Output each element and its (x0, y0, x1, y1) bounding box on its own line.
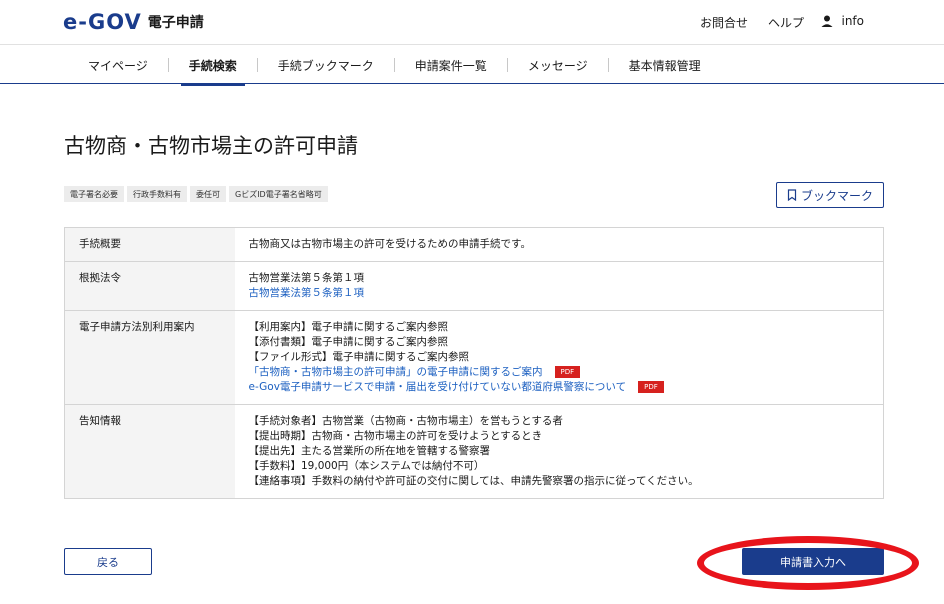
row-value-notice: 【手続対象者】古物営業（古物商・古物市場主）を営もうとする者 【提出時期】古物商… (234, 404, 884, 499)
nav-item-basic-info[interactable]: 基本情報管理 (609, 45, 721, 85)
bookmark-label: ブックマーク (800, 188, 873, 203)
tag-admin-fee: 行政手数料有 (127, 186, 187, 202)
notice-contact-line: 【連絡事項】手数料の納付や許可証の交付に関しては、申請先警察署の指示に従ってくだ… (248, 475, 699, 487)
nav-items: マイページ 手続検索 手続ブックマーク 申請案件一覧 メッセージ 基本情報管理 (68, 45, 721, 86)
row-value-usage-guide: 【利用案内】電子申請に関するご案内参照 【添付書類】電子申請に関するご案内参照 … (234, 310, 884, 405)
user-name: info (841, 14, 864, 28)
table-row: 電子申請方法別利用案内 【利用案内】電子申請に関するご案内参照 【添付書類】電子… (64, 310, 884, 405)
contact-link[interactable]: お問合せ (700, 14, 748, 31)
page-title: 古物商・古物市場主の許可申請 (64, 134, 358, 158)
bookmark-icon (787, 189, 797, 201)
apply-form-button[interactable]: 申請書入力へ (742, 548, 884, 575)
nav-item-procedure-search[interactable]: 手続検索 (169, 45, 257, 86)
unsupported-police-row: e-Gov電子申請サービスで申請・届出を受け付けていない都道府県警察について PD… (249, 380, 870, 395)
table-row: 手続概要 古物商又は古物市場主の許可を受けるための申請手続です。 (64, 227, 884, 262)
row-value-legal-basis: 古物営業法第５条第１項 古物営業法第５条第１項 (234, 261, 884, 311)
back-button[interactable]: 戻る (64, 548, 152, 575)
notice-fee-line: 【手数料】19,000円（本システムでは納付不可） (248, 460, 485, 472)
usage-guide-line: 【利用案内】電子申請に関するご案内参照 (248, 321, 449, 333)
tag-e-signature-required: 電子署名必要 (64, 186, 124, 202)
tag-gbizid-signature-optional: GビズID電子署名省略可 (229, 186, 328, 202)
e-application-guide-row: 「古物商・古物市場主の許可申請」の電子申請に関するご案内 PDF (249, 365, 870, 380)
user-menu[interactable]: info (819, 13, 864, 29)
tag-delegation-allowed: 委任可 (190, 186, 226, 202)
pdf-badge: PDF (554, 366, 581, 378)
legal-basis-text: 古物営業法第５条第１項 (248, 272, 365, 284)
nav-item-application-list[interactable]: 申請案件一覧 (395, 45, 507, 85)
row-header-legal-basis: 根拠法令 (64, 261, 235, 311)
table-row: 根拠法令 古物営業法第５条第１項 古物営業法第５条第１項 (64, 261, 884, 311)
attachments-guide-line: 【添付書類】電子申請に関するご案内参照 (248, 336, 449, 348)
site-header: e-GOV 電子申請 お問合せ ヘルプ info (0, 0, 944, 44)
egov-logo[interactable]: e-GOV 電子申請 (63, 10, 204, 34)
row-value-overview: 古物商又は古物市場主の許可を受けるための申請手続です。 (234, 227, 884, 262)
nav-item-messages[interactable]: メッセージ (508, 45, 608, 85)
user-icon (821, 15, 833, 27)
e-application-guide-link[interactable]: 「古物商・古物市場主の許可申請」の電子申請に関するご案内 (249, 366, 543, 378)
notice-timing-line: 【提出時期】古物商・古物市場主の許可を受けようとするとき (248, 430, 543, 442)
pdf-badge: PDF (638, 381, 664, 393)
logo-subtitle: 電子申請 (147, 15, 204, 31)
notice-destination-line: 【提出先】主たる営業所の所在地を管轄する警察署 (248, 445, 491, 457)
row-header-notice: 告知情報 (64, 404, 235, 499)
legal-basis-link[interactable]: 古物営業法第５条第１項 (249, 286, 870, 301)
bookmark-button[interactable]: ブックマーク (776, 182, 884, 208)
help-link[interactable]: ヘルプ (768, 14, 804, 31)
unsupported-police-link[interactable]: e-Gov電子申請サービスで申請・届出を受け付けていない都道府県警察について (249, 381, 627, 393)
notice-target-line: 【手続対象者】古物営業（古物商・古物市場主）を営もうとする者 (248, 415, 563, 427)
row-header-usage-guide: 電子申請方法別利用案内 (64, 310, 235, 405)
header-links: お問合せ ヘルプ (700, 14, 804, 31)
row-header-overview: 手続概要 (64, 227, 235, 262)
file-format-guide-line: 【ファイル形式】電子申請に関するご案内参照 (248, 351, 470, 363)
nav-item-procedure-bookmark[interactable]: 手続ブックマーク (258, 45, 394, 85)
logo-mark: e-GOV (63, 10, 142, 34)
table-row: 告知情報 【手続対象者】古物営業（古物商・古物市場主）を営もうとする者 【提出時… (64, 404, 884, 499)
procedure-tags: 電子署名必要 行政手数料有 委任可 GビズID電子署名省略可 (64, 186, 331, 202)
main-nav: マイページ 手続検索 手続ブックマーク 申請案件一覧 メッセージ 基本情報管理 (0, 44, 944, 86)
procedure-info-table: 手続概要 古物商又は古物市場主の許可を受けるための申請手続です。 根拠法令 古物… (64, 227, 884, 499)
nav-item-mypage[interactable]: マイページ (68, 45, 168, 85)
overview-text: 古物商又は古物市場主の許可を受けるための申請手続です。 (248, 238, 531, 250)
